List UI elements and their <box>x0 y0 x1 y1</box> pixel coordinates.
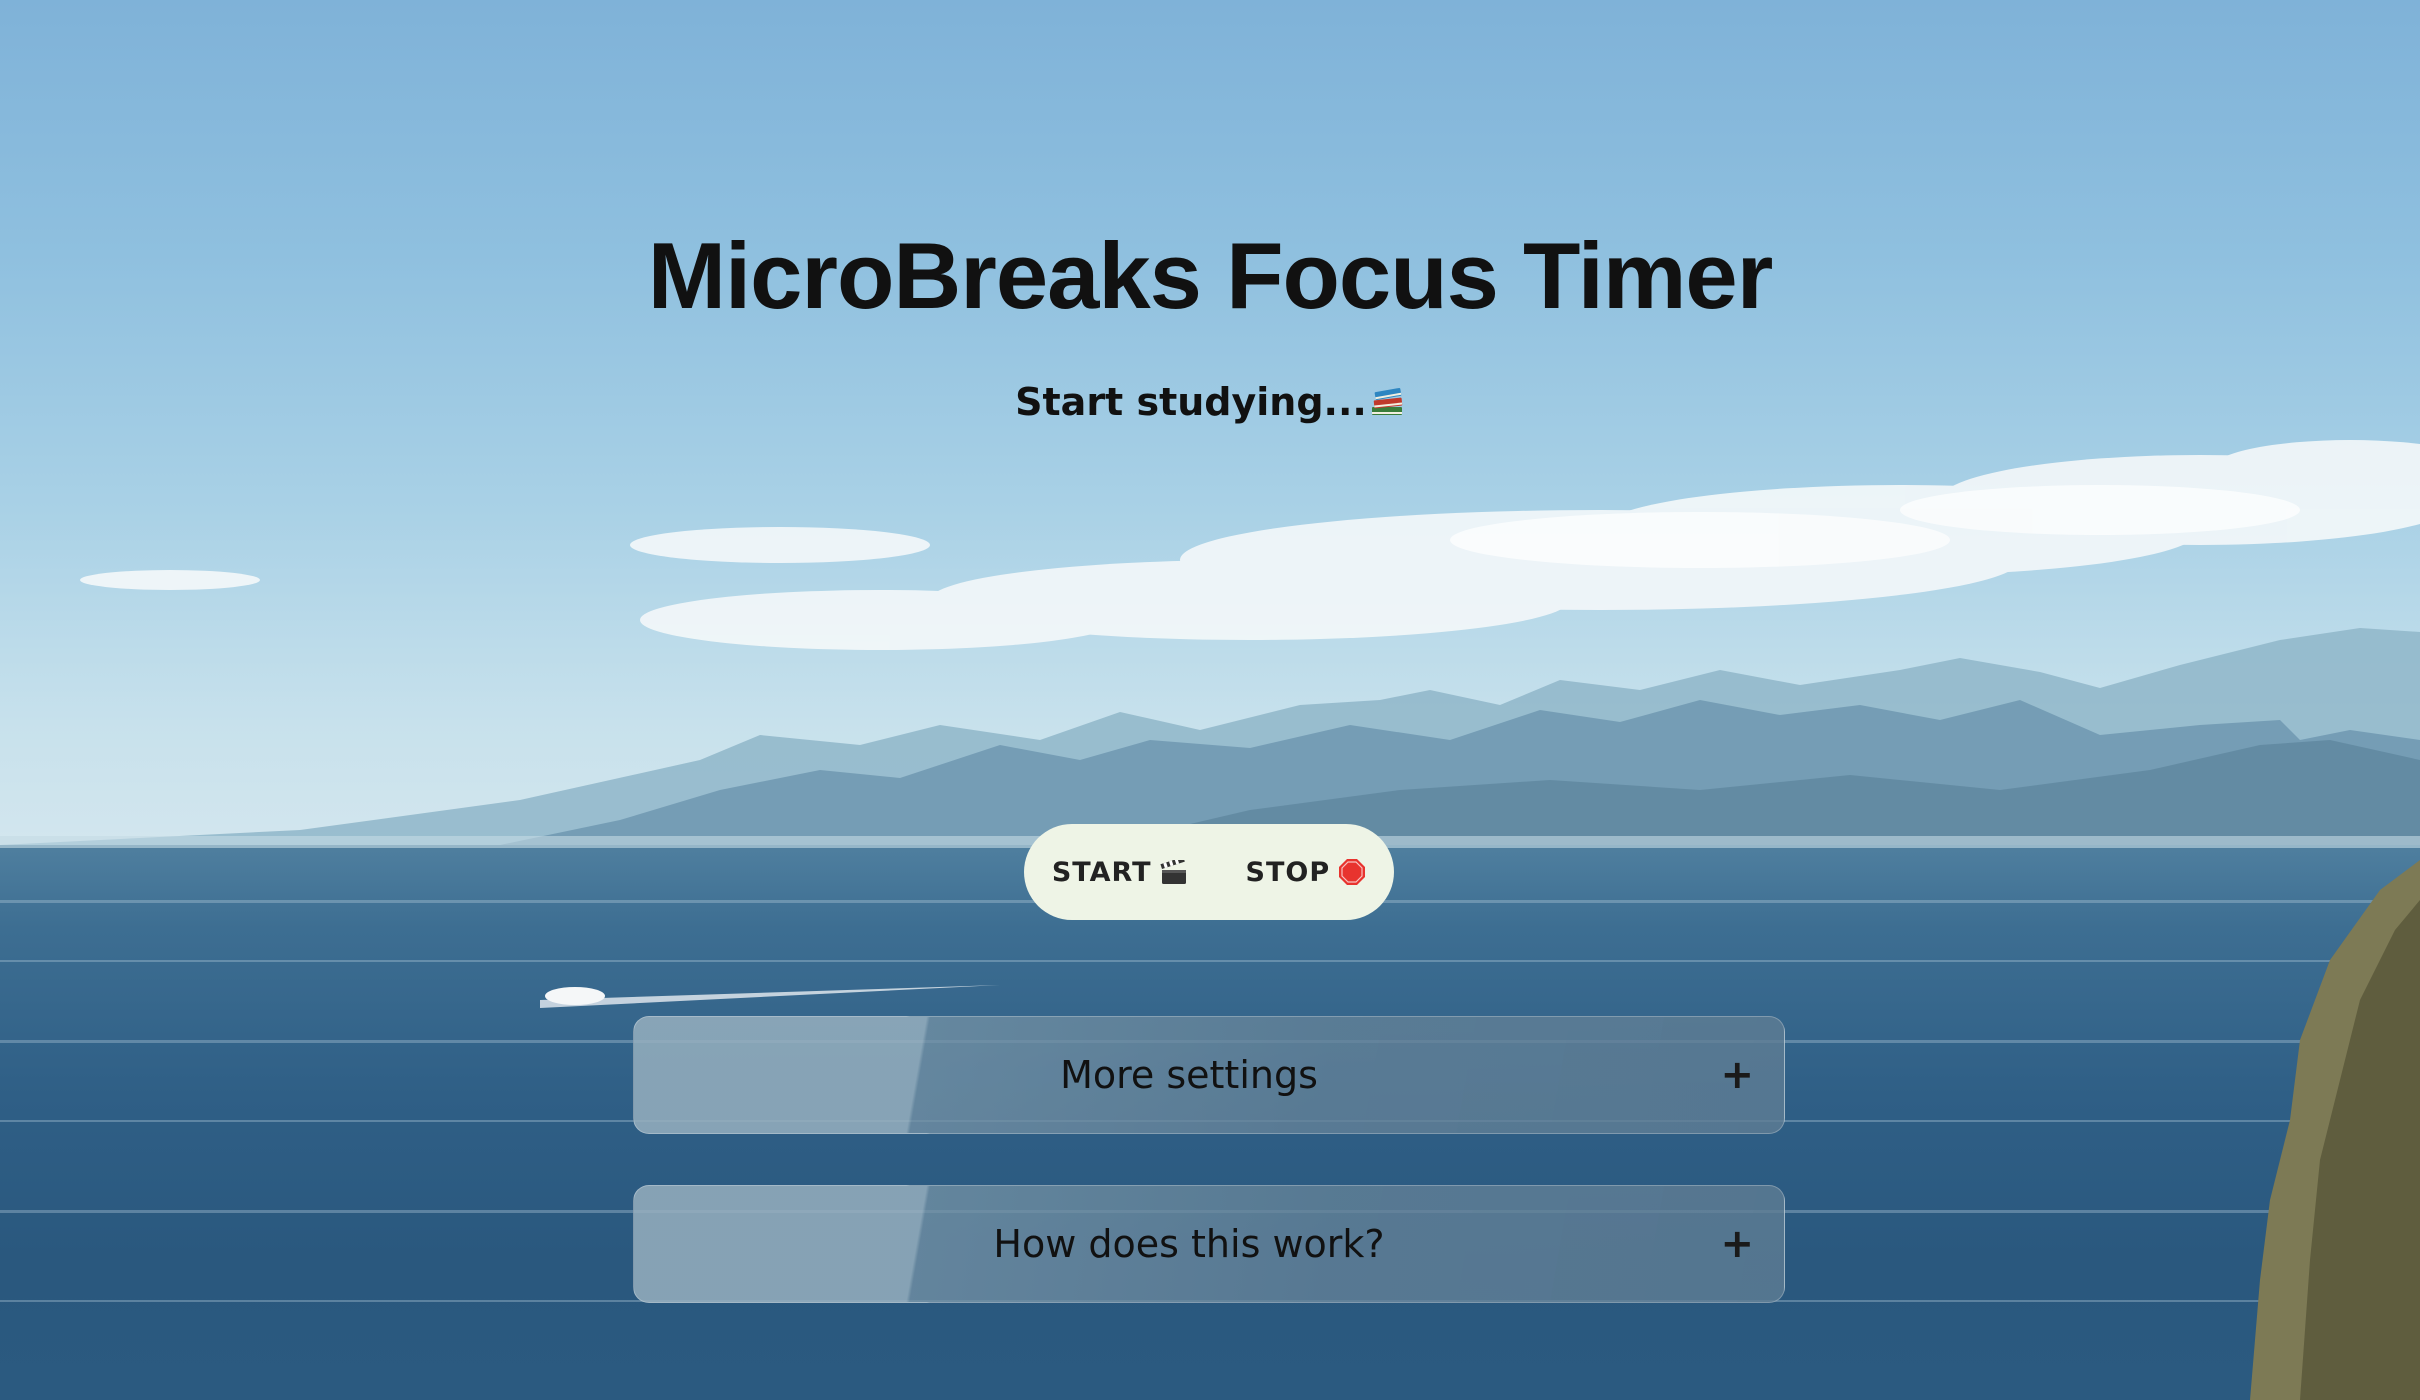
more-settings-accordion[interactable]: More settings + <box>633 1016 1785 1134</box>
clapperboard-icon <box>1159 856 1186 884</box>
status-text: Start studying... <box>1015 380 1367 424</box>
start-button-label: START <box>1051 856 1152 888</box>
how-it-works-accordion[interactable]: How does this work? + <box>633 1185 1785 1303</box>
app-root: MicroBreaks Focus Timer Start studying..… <box>0 0 2420 1400</box>
start-button[interactable]: START <box>1052 857 1186 888</box>
status-text-wrapper: Start studying... <box>0 380 2420 424</box>
main-content: MicroBreaks Focus Timer Start studying..… <box>0 0 2420 1400</box>
timer-controls: START STOP <box>1024 824 1394 920</box>
expand-plus-icon[interactable]: + <box>1720 1186 1754 1302</box>
page-title: MicroBreaks Focus Timer <box>647 223 1774 328</box>
books-icon <box>1367 380 1405 424</box>
accordion-label: More settings <box>1060 1053 1318 1097</box>
expand-plus-icon[interactable]: + <box>1720 1017 1754 1133</box>
stop-sign-icon <box>1338 858 1366 886</box>
stop-button-label: STOP <box>1245 856 1331 888</box>
stop-button[interactable]: STOP <box>1246 857 1367 888</box>
accordion-label: How does this work? <box>993 1222 1385 1266</box>
